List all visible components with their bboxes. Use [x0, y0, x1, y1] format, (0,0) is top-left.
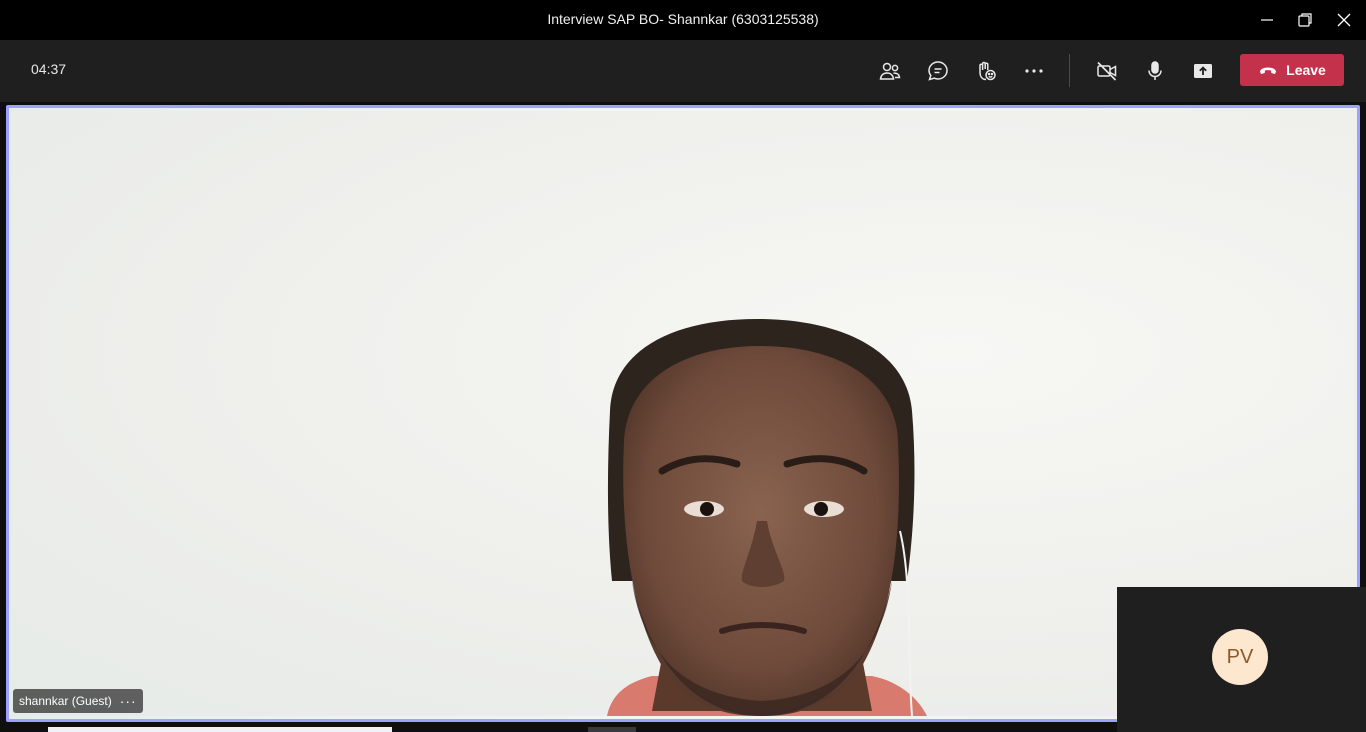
hang-up-icon [1260, 67, 1277, 74]
self-view-tile[interactable]: PV [1117, 587, 1366, 732]
bottom-bar-segment [588, 727, 636, 732]
camera-off-icon [1097, 61, 1117, 81]
participant-name-tag: shannkar (Guest) ··· [13, 689, 143, 713]
self-avatar: PV [1212, 629, 1268, 685]
chat-icon [928, 61, 948, 81]
toolbar-divider [1069, 54, 1070, 87]
more-icon [1025, 69, 1043, 73]
window-title: Interview SAP BO- Shannkar (6303125538) [547, 11, 819, 27]
bottom-bar-highlight [48, 727, 392, 732]
title-bar: Interview SAP BO- Shannkar (6303125538) [0, 0, 1366, 40]
share-screen-button[interactable] [1181, 49, 1225, 93]
participants-button[interactable] [868, 49, 912, 93]
participant-name: shannkar (Guest) [19, 694, 112, 708]
more-actions-button[interactable] [1012, 49, 1056, 93]
participant-more-button[interactable]: ··· [120, 693, 137, 709]
video-stage: shannkar (Guest) ··· PV [0, 102, 1366, 732]
mic-icon [1148, 61, 1162, 80]
close-button[interactable] [1320, 0, 1366, 40]
restore-icon [1298, 13, 1312, 27]
camera-toggle-button[interactable] [1085, 49, 1129, 93]
chat-button[interactable] [916, 49, 960, 93]
close-icon [1337, 13, 1351, 27]
reactions-button[interactable] [964, 49, 1008, 93]
raise-hand-icon [979, 61, 996, 81]
leave-label: Leave [1286, 62, 1326, 78]
participants-icon [879, 62, 901, 80]
share-icon [1194, 64, 1212, 78]
leave-button[interactable]: Leave [1240, 54, 1344, 86]
meeting-toolbar: 04:37 Leave [0, 40, 1366, 102]
mic-toggle-button[interactable] [1133, 49, 1177, 93]
call-timer: 04:37 [31, 61, 67, 77]
minimize-icon [1261, 19, 1273, 21]
